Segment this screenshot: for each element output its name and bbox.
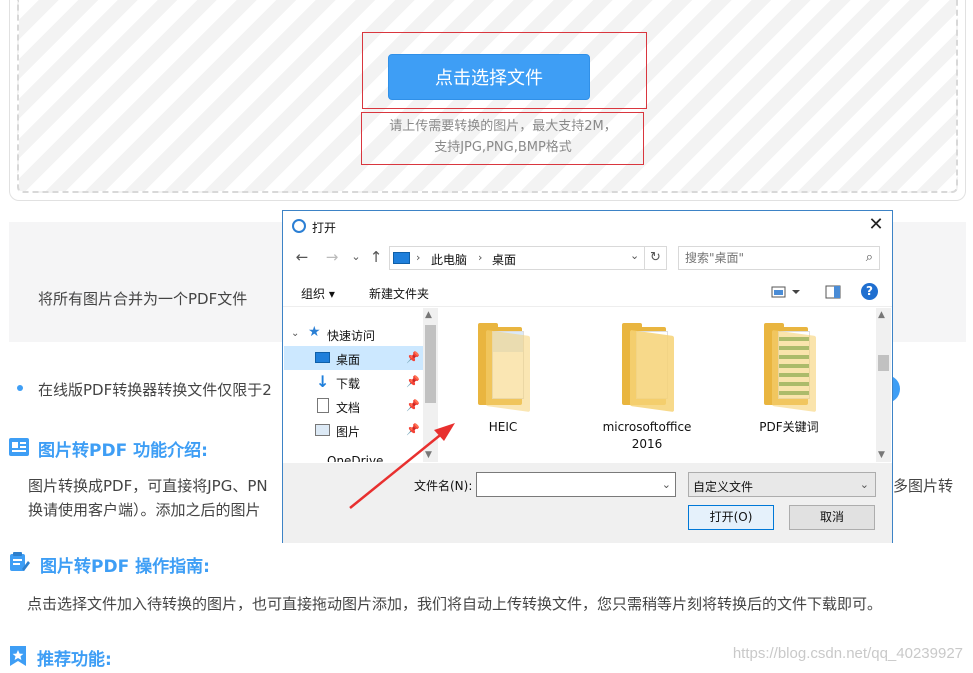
filename-label: 文件名(N): <box>414 479 473 493</box>
dialog-navigation-bar: ← → ⌄ ↑ › 此电脑 › 桌面 ⌄ ↻ ⌕ <box>283 244 892 272</box>
star-icon: ★ <box>308 324 321 340</box>
breadcrumb-separator-icon: › <box>416 251 421 264</box>
recent-locations-icon[interactable]: ⌄ <box>347 248 365 266</box>
chevron-down-icon[interactable]: ⌄ <box>291 328 299 339</box>
chevron-down-icon[interactable]: ⌄ <box>630 249 639 262</box>
filetype-select[interactable]: 自定义文件 ⌄ <box>688 472 876 497</box>
folder-item-heic[interactable]: HEIC <box>443 322 563 462</box>
folder-icon <box>622 323 674 413</box>
close-icon[interactable]: ✕ <box>866 215 886 235</box>
file-pane-scrollbar[interactable]: ▲ ▼ <box>876 308 891 462</box>
browser-logo-icon <box>292 219 306 233</box>
bullet-dot-icon <box>17 385 23 391</box>
choose-file-button[interactable]: 点击选择文件 <box>388 54 590 100</box>
recommend-section-title: 推荐功能: <box>37 650 112 670</box>
scroll-down-icon[interactable]: ▼ <box>878 450 885 460</box>
filetype-value: 自定义文件 <box>693 480 754 494</box>
intro-text-line2: 换请使用客户端）。添加之后的图片 <box>28 501 261 519</box>
chevron-down-icon[interactable]: ⌄ <box>662 478 671 491</box>
upload-hint-line2: 支持JPG,PNG,BMP格式 <box>434 140 572 155</box>
pin-icon[interactable]: 📌 <box>406 375 420 388</box>
document-icon <box>317 398 329 413</box>
refresh-icon[interactable]: ↻ <box>645 246 667 270</box>
nav-item-label: 文档 <box>336 401 361 415</box>
search-box[interactable]: ⌕ <box>678 246 880 270</box>
dialog-toolbar: 组织 ▾ 新建文件夹 ? <box>283 277 892 307</box>
upload-area[interactable]: 点击选择文件 请上传需要转换的图片，最大支持2M， 支持JPG,PNG,BMP格… <box>9 0 966 201</box>
guide-text: 点击选择文件加入待转换的图片，也可直接拖动图片添加，我们将自动上传转换文件，您只… <box>27 595 883 613</box>
view-options-icon[interactable] <box>771 285 801 299</box>
folder-name: PDF关键词 <box>759 420 819 434</box>
nav-item-desktop[interactable]: 桌面 📌 <box>284 346 424 370</box>
dialog-titlebar[interactable]: 打开 ✕ <box>283 211 892 241</box>
intro-text-line1-right: 多图片转 <box>893 477 954 495</box>
breadcrumb-separator-icon: › <box>478 251 483 264</box>
dialog-title: 打开 <box>312 221 337 235</box>
scrollbar-thumb[interactable] <box>425 325 436 403</box>
pin-icon[interactable]: 📌 <box>406 399 420 412</box>
folder-icon <box>478 323 530 413</box>
nav-item-documents[interactable]: 文档 📌 <box>284 394 424 418</box>
guide-section-title: 图片转PDF 操作指南: <box>40 557 210 577</box>
guide-edit-icon <box>10 552 30 571</box>
nav-pane-scrollbar[interactable]: ▲ ▼ <box>423 308 438 462</box>
filename-input[interactable] <box>481 474 657 495</box>
help-icon[interactable]: ? <box>861 283 878 300</box>
nav-item-label: 桌面 <box>336 353 361 367</box>
nav-item-label: OneDrive <box>327 454 384 462</box>
doc-list-icon <box>9 438 29 456</box>
folder-name: HEIC <box>488 420 518 434</box>
nav-quick-access[interactable]: ⌄ ★ 快速访问 <box>284 322 424 346</box>
file-list-pane[interactable]: HEIC microsoftoffice 2016 PDF关键词 <box>443 308 876 462</box>
folder-item-microsoftoffice[interactable]: microsoftoffice 2016 <box>587 322 707 462</box>
new-folder-button[interactable]: 新建文件夹 <box>369 285 429 302</box>
nav-quick-access-label: 快速访问 <box>327 329 376 343</box>
dialog-bottom-panel: 文件名(N): ⌄ 自定义文件 ⌄ 打开(O) 取消 <box>283 463 892 543</box>
intro-section-title: 图片转PDF 功能介绍: <box>38 441 208 461</box>
preview-pane-icon[interactable] <box>825 285 841 299</box>
nav-item-label: 图片 <box>336 425 361 439</box>
download-arrow-icon: ↓ <box>316 372 330 391</box>
intro-text-line1: 图片转换成PDF，可直接将JPG、PN <box>28 477 268 495</box>
navigation-pane[interactable]: ⌄ ★ 快速访问 桌面 📌 ↓ 下载 📌 文档 📌 图片 📌 OneDrive <box>284 308 438 462</box>
search-input[interactable] <box>685 248 855 268</box>
organize-menu-button[interactable]: 组织 ▾ <box>301 285 335 302</box>
folder-icon <box>764 323 816 413</box>
watermark-text: https://blog.csdn.net/qq_40239927 <box>732 645 963 662</box>
cancel-button[interactable]: 取消 <box>789 505 875 530</box>
desktop-icon <box>315 352 330 363</box>
breadcrumb-desktop[interactable]: 桌面 <box>492 251 516 268</box>
upload-hint-line1: 请上传需要转换的图片，最大支持2M， <box>389 119 617 134</box>
nav-item-downloads[interactable]: ↓ 下载 📌 <box>284 370 424 394</box>
nav-item-pictures[interactable]: 图片 📌 <box>284 418 424 442</box>
nav-item-label: 下载 <box>336 377 361 391</box>
this-pc-icon <box>393 252 410 264</box>
address-bar[interactable]: › 此电脑 › 桌面 ⌄ <box>389 246 645 270</box>
recommend-bookmark-icon <box>10 646 26 666</box>
folder-name: microsoftoffice 2016 <box>602 420 692 451</box>
pictures-icon <box>315 424 330 436</box>
folder-item-pdf-keywords[interactable]: PDF关键词 <box>729 322 849 462</box>
scroll-up-icon[interactable]: ▲ <box>878 310 885 320</box>
up-arrow-icon[interactable]: ↑ <box>367 248 385 266</box>
upload-hint: 请上传需要转换的图片，最大支持2M， 支持JPG,PNG,BMP格式 <box>362 116 644 158</box>
scroll-up-icon[interactable]: ▲ <box>425 310 432 320</box>
breadcrumb-this-pc[interactable]: 此电脑 <box>431 251 467 268</box>
pin-icon[interactable]: 📌 <box>406 351 420 364</box>
forward-arrow-icon[interactable]: → <box>323 248 341 266</box>
scrollbar-thumb[interactable] <box>878 355 889 371</box>
merge-option-text: 将所有图片合并为一个PDF文件 <box>38 290 248 308</box>
notice-text: 在线版PDF转换器转换文件仅限于2 <box>38 381 272 399</box>
nav-item-onedrive[interactable]: OneDrive <box>284 454 424 462</box>
chevron-down-icon[interactable]: ⌄ <box>860 478 869 491</box>
open-file-dialog[interactable]: 打开 ✕ ← → ⌄ ↑ › 此电脑 › 桌面 ⌄ ↻ ⌕ 组织 ▾ 新建文件夹 <box>282 210 893 543</box>
pin-icon[interactable]: 📌 <box>406 423 420 436</box>
open-button[interactable]: 打开(O) <box>688 505 774 530</box>
back-arrow-icon[interactable]: ← <box>293 248 311 266</box>
filename-combobox[interactable]: ⌄ <box>476 472 676 497</box>
search-icon[interactable]: ⌕ <box>866 250 873 265</box>
scroll-down-icon[interactable]: ▼ <box>425 450 432 460</box>
